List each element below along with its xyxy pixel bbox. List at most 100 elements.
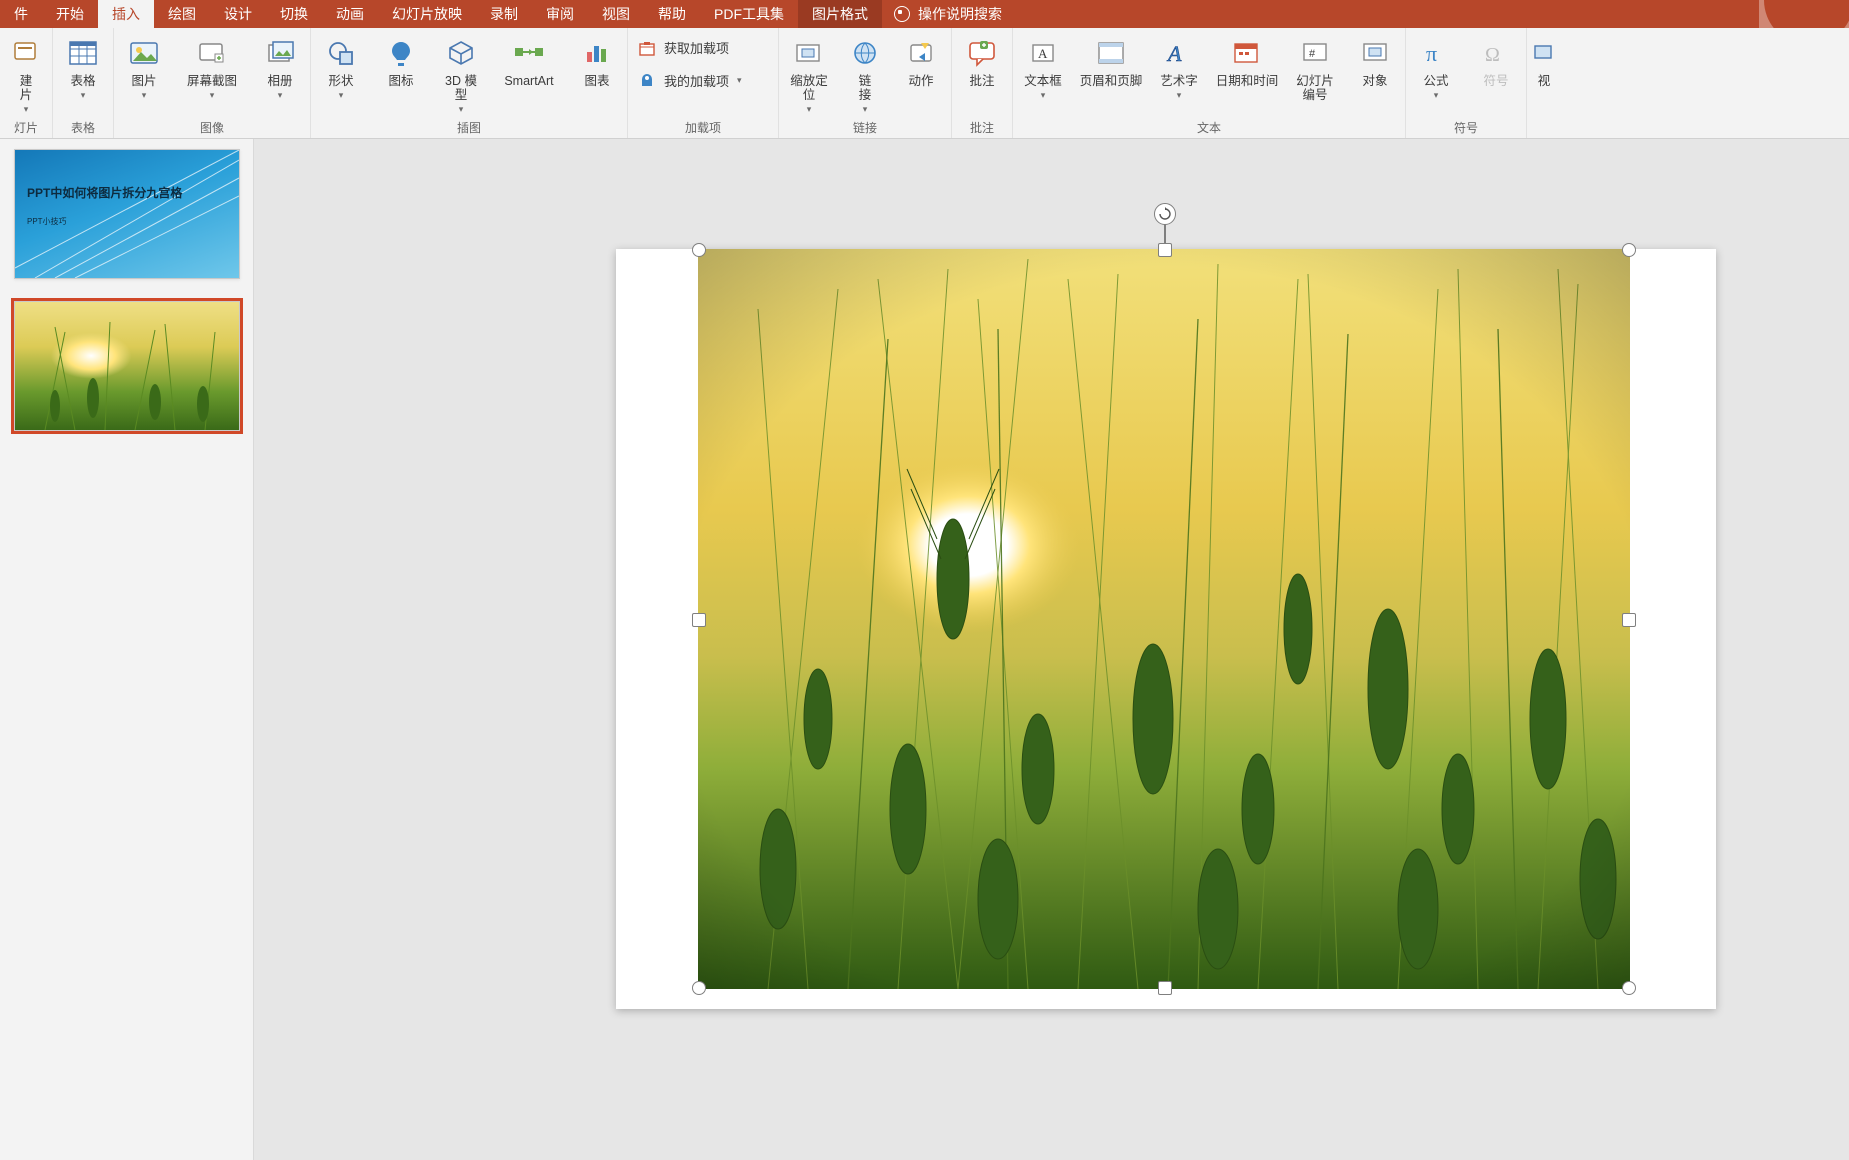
new-slide-button[interactable]: 建片 ▾: [0, 32, 52, 115]
symbol-button[interactable]: Ω 符号: [1466, 32, 1526, 88]
comment-button[interactable]: 批注: [952, 32, 1012, 88]
svg-text:π: π: [1426, 41, 1437, 66]
header-footer-label: 页眉和页脚: [1080, 74, 1143, 88]
tab-pdf-tools[interactable]: PDF工具集: [700, 0, 798, 28]
action-button[interactable]: 动作: [891, 32, 951, 88]
icons-icon: [384, 36, 418, 70]
shapes-button[interactable]: 形状 ▾: [311, 32, 371, 101]
group-label-images: 图像: [200, 117, 224, 136]
tab-animations[interactable]: 动画: [322, 0, 378, 28]
chart-button[interactable]: 图表: [567, 32, 627, 88]
textbox-label: 文本框: [1024, 74, 1062, 88]
tab-picture-format[interactable]: 图片格式: [798, 0, 882, 28]
resize-handle-top[interactable]: [1158, 243, 1172, 257]
chevron-down-icon: ▾: [1434, 90, 1439, 101]
zoom-icon: [792, 36, 826, 70]
textbox-button[interactable]: A 文本框 ▾: [1013, 32, 1073, 101]
chevron-down-icon: ▾: [737, 75, 742, 86]
smartart-label: SmartArt: [504, 74, 553, 88]
table-label: 表格: [70, 74, 95, 88]
tab-design[interactable]: 设计: [210, 0, 266, 28]
video-label: 视: [1538, 74, 1551, 88]
datetime-icon: [1230, 36, 1264, 70]
slide-thumbnail-1[interactable]: PPT中如何将图片拆分九宫格 PPT小技巧: [14, 149, 240, 279]
chevron-down-icon: ▾: [142, 90, 147, 101]
symbol-icon: Ω: [1479, 36, 1513, 70]
header-footer-button[interactable]: 页眉和页脚: [1073, 32, 1149, 88]
icons-button[interactable]: 图标: [371, 32, 431, 88]
tab-review[interactable]: 审阅: [532, 0, 588, 28]
tab-transitions[interactable]: 切换: [266, 0, 322, 28]
pictures-label: 图片: [131, 74, 156, 88]
resize-handle-bottom[interactable]: [1158, 981, 1172, 995]
store-icon: [638, 39, 656, 57]
rotate-handle[interactable]: [1154, 203, 1176, 225]
resize-handle-top-left[interactable]: [692, 243, 706, 257]
tab-record[interactable]: 录制: [476, 0, 532, 28]
chevron-down-icon: ▾: [339, 90, 344, 101]
zoom-button[interactable]: 缩放定位 ▾: [779, 32, 839, 115]
chevron-down-icon: ▾: [278, 90, 283, 101]
svg-text:A: A: [1038, 46, 1048, 61]
chevron-down-icon: ▾: [210, 90, 215, 101]
slide-number-label: 幻灯片编号: [1296, 74, 1334, 102]
selected-picture[interactable]: [698, 249, 1630, 989]
resize-handle-top-right[interactable]: [1622, 243, 1636, 257]
smartart-button[interactable]: SmartArt: [491, 32, 567, 88]
group-label-symbols: 符号: [1454, 117, 1478, 136]
link-label: 链接: [859, 74, 872, 102]
get-addins-button[interactable]: 获取加载项: [638, 38, 768, 57]
svg-text:#: #: [1309, 48, 1316, 60]
ribbon-corner-decoration: [1759, 0, 1849, 28]
group-label-tables: 表格: [71, 117, 95, 136]
group-label-links: 链接: [853, 117, 877, 136]
my-addins-button[interactable]: 我的加载项 ▾: [638, 71, 768, 90]
object-button[interactable]: 对象: [1345, 32, 1405, 88]
screenshot-label: 屏幕截图: [187, 74, 237, 88]
equation-icon: π: [1419, 36, 1453, 70]
slide-thumbnail-2[interactable]: [14, 301, 240, 431]
tab-draw[interactable]: 绘图: [154, 0, 210, 28]
symbol-label: 符号: [1483, 74, 1508, 88]
photo-album-label: 相册: [267, 74, 292, 88]
my-addins-icon: [638, 72, 656, 90]
datetime-button[interactable]: 日期和时间: [1209, 32, 1285, 88]
tell-me-search[interactable]: 操作说明搜索: [882, 0, 1014, 28]
wordart-button[interactable]: A 艺术字 ▾: [1149, 32, 1209, 101]
chart-icon: [580, 36, 614, 70]
comment-icon: [965, 36, 999, 70]
3d-models-button[interactable]: 3D 模型 ▾: [431, 32, 491, 115]
screenshot-button[interactable]: 屏幕截图 ▾: [174, 32, 250, 101]
slide-number-button[interactable]: # 幻灯片编号: [1285, 32, 1345, 102]
pictures-button[interactable]: 图片 ▾: [114, 32, 174, 101]
get-addins-label: 获取加载项: [664, 38, 729, 57]
equation-button[interactable]: π 公式 ▾: [1406, 32, 1466, 101]
chevron-down-icon: ▾: [459, 104, 464, 115]
table-icon: [66, 36, 100, 70]
group-label-addins: 加载项: [685, 117, 721, 136]
resize-handle-left[interactable]: [692, 613, 706, 627]
slide-thumbnail-panel[interactable]: PPT中如何将图片拆分九宫格 PPT小技巧: [0, 139, 254, 1160]
tab-insert[interactable]: 插入: [98, 0, 154, 28]
object-label: 对象: [1362, 74, 1387, 88]
slide-stage[interactable]: [254, 139, 1849, 1160]
resize-handle-right[interactable]: [1622, 613, 1636, 627]
link-button[interactable]: 链接 ▾: [839, 32, 891, 115]
tab-slideshow[interactable]: 幻灯片放映: [378, 0, 476, 28]
icons-label: 图标: [388, 74, 413, 88]
group-label-comments: 批注: [970, 117, 994, 136]
3d-models-icon: [444, 36, 478, 70]
video-button[interactable]: 视: [1527, 32, 1561, 88]
resize-handle-bottom-left[interactable]: [692, 981, 706, 995]
tab-file-stub[interactable]: 件: [0, 0, 42, 28]
svg-text:A: A: [1166, 41, 1182, 66]
chevron-down-icon: ▾: [81, 90, 86, 101]
tab-help[interactable]: 帮助: [644, 0, 700, 28]
tab-view[interactable]: 视图: [588, 0, 644, 28]
resize-handle-bottom-right[interactable]: [1622, 981, 1636, 995]
photo-album-button[interactable]: 相册 ▾: [250, 32, 310, 101]
ribbon-insert: 建片 ▾ 灯片 表格 ▾ 表格 图片 ▾: [0, 28, 1849, 139]
rotate-icon: [1158, 207, 1172, 221]
tab-home[interactable]: 开始: [42, 0, 98, 28]
table-button[interactable]: 表格 ▾: [53, 32, 113, 101]
